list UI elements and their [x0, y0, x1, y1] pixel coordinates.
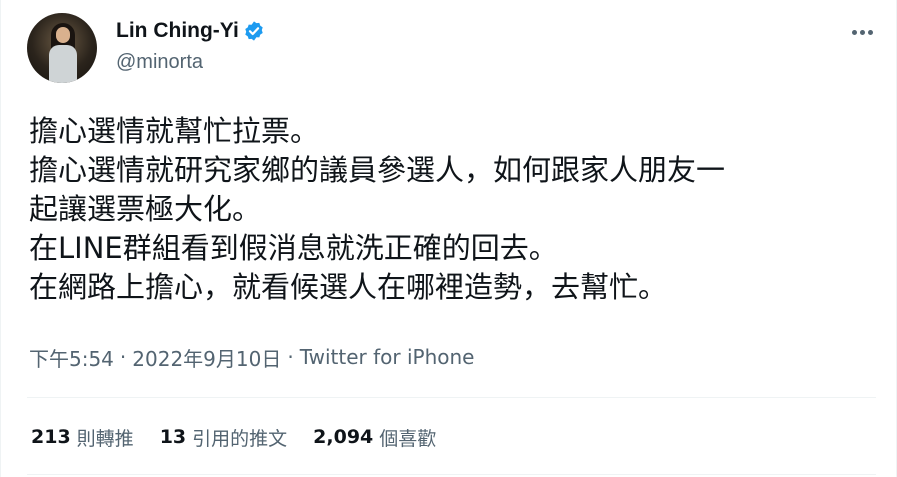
- tweet-line: 在LINE群組看到假消息就洗正確的回去。: [29, 231, 558, 265]
- meta-separator: ·: [287, 345, 294, 369]
- divider: [27, 397, 876, 398]
- tweet-line: 起讓選票極大化。: [29, 192, 262, 226]
- quotes-stat[interactable]: 13 引用的推文: [160, 424, 287, 451]
- retweets-label: 則轉推: [76, 427, 134, 450]
- tweet-line: 擔心選情就幫忙拉票。: [29, 114, 320, 148]
- tweet-source[interactable]: Twitter for iPhone: [300, 345, 475, 369]
- avatar-body: [49, 45, 77, 83]
- author-display-name[interactable]: Lin Ching-Yi: [116, 19, 239, 43]
- tweet-text: 擔心選情就幫忙拉票。 擔心選情就研究家鄉的議員參選人，如何跟家人朋友一 起讓選票…: [29, 112, 874, 307]
- likes-stat[interactable]: 2,094 個喜歡: [313, 424, 436, 451]
- tweet-time[interactable]: 下午5:54: [29, 343, 114, 372]
- tweet-date[interactable]: 2022年9月10日: [132, 343, 281, 372]
- tweet-line: 在網路上擔心，就看候選人在哪裡造勢，去幫忙。: [29, 270, 668, 304]
- more-dot: [851, 29, 857, 35]
- tweet-card: Lin Ching-Yi @minorta 擔心選情就幫忙拉票。 擔心選情就研究…: [0, 0, 897, 477]
- more-dot: [867, 29, 873, 35]
- retweets-count: 213: [31, 426, 71, 448]
- quotes-label: 引用的推文: [192, 427, 288, 450]
- avatar-face: [56, 27, 70, 43]
- likes-count: 2,094: [313, 426, 374, 448]
- author-avatar[interactable]: [27, 13, 97, 83]
- author-handle[interactable]: @minorta: [116, 51, 203, 74]
- tweet-meta: 下午5:54 · 2022年9月10日 · Twitter for iPhone: [29, 343, 474, 371]
- verified-badge-icon: [243, 20, 265, 42]
- tweet-line: 擔心選情就研究家鄉的議員參選人，如何跟家人朋友一: [29, 153, 726, 187]
- divider: [27, 474, 876, 475]
- retweets-stat[interactable]: 213 則轉推: [31, 424, 134, 451]
- more-options-icon[interactable]: [846, 20, 878, 44]
- tweet-stats: 213 則轉推 13 引用的推文 2,094 個喜歡: [31, 424, 462, 450]
- more-dot: [859, 29, 865, 35]
- meta-separator: ·: [119, 345, 127, 369]
- quotes-count: 13: [159, 426, 187, 448]
- author-name-row[interactable]: Lin Ching-Yi: [116, 18, 265, 44]
- likes-label: 個喜歡: [379, 427, 437, 450]
